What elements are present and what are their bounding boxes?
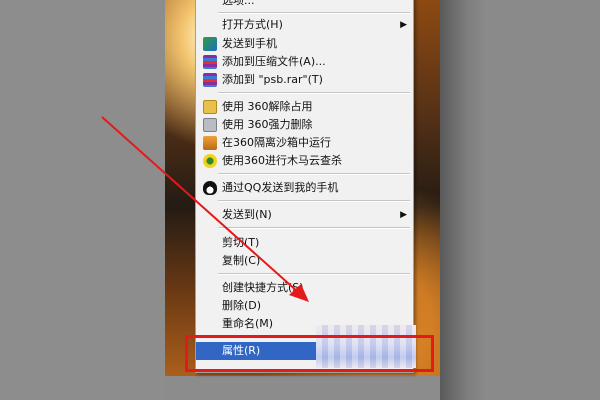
- annotation-arrow-line: [101, 116, 299, 293]
- annotation-overlay: [101, 116, 309, 302]
